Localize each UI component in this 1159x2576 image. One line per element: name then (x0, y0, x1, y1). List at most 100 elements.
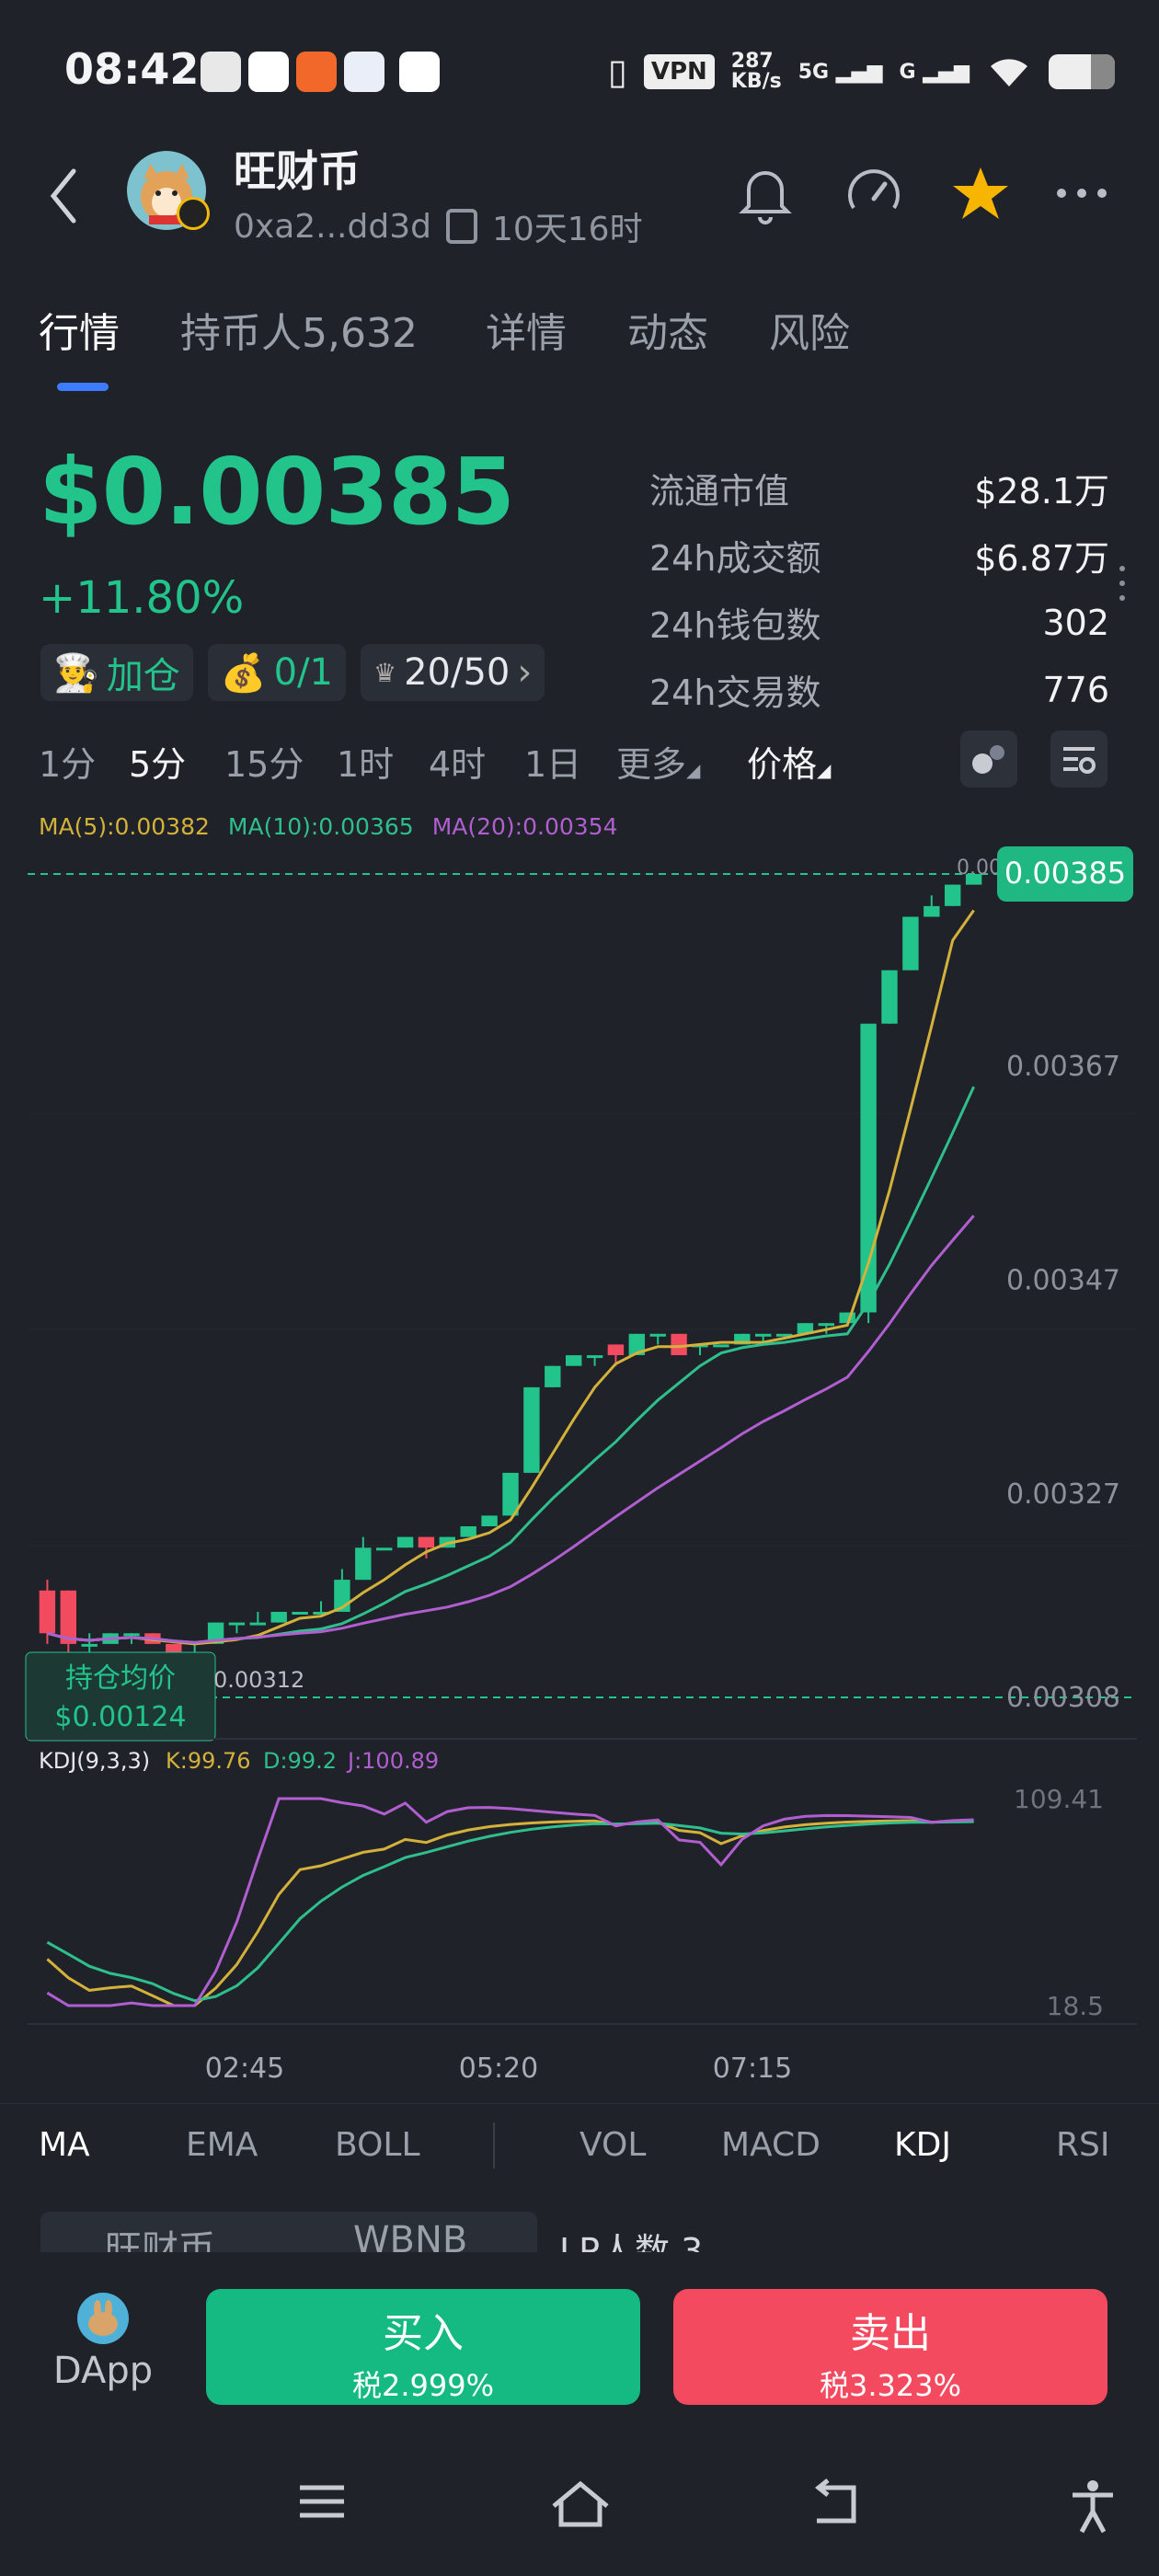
back-nav-icon[interactable] (808, 2478, 863, 2530)
bnb-chain-icon (177, 197, 210, 230)
indicator-ma[interactable]: MA (39, 2126, 90, 2164)
buy-tax: 税2.999% (351, 2368, 495, 2403)
trader-icon: 👨‍🍳 (53, 651, 99, 695)
indicator-macd[interactable]: MACD (721, 2126, 820, 2164)
tab-risk[interactable]: 风险 (769, 300, 850, 359)
top-holders-chip[interactable]: ♛ 20/50 › (361, 644, 545, 701)
add-position-chip[interactable]: 👨‍🍳 加仓 (40, 644, 193, 701)
candle-body (481, 1515, 498, 1526)
candle-body (292, 1612, 308, 1615)
candle-body (460, 1526, 476, 1537)
indicator-kdj[interactable]: KDJ (894, 2126, 951, 2164)
wallet-ratio-chip[interactable]: 💰 0/1 (207, 644, 346, 701)
kdj-d-line (46, 1820, 974, 2003)
indicator-vol[interactable]: VOL (580, 2126, 646, 2164)
candle-body (249, 1622, 266, 1626)
interval-1d[interactable]: 1日 (524, 736, 581, 787)
vibrate-icon: ▯ (607, 52, 627, 92)
dropdown-arrow-icon: ◢ (817, 759, 832, 781)
indicator-ema[interactable]: EMA (186, 2126, 258, 2164)
x-tick-label: 05:20 (459, 2053, 538, 2079)
interval-5m[interactable]: 5分 (129, 736, 186, 787)
chart-settings-icon (1063, 747, 1096, 774)
buy-label: 买入 (383, 2310, 464, 2357)
home-icon[interactable] (548, 2478, 613, 2530)
y-tick-label: 0.00367 (1006, 1051, 1120, 1083)
chart-settings-button[interactable] (1050, 730, 1107, 788)
candle-body (755, 1333, 772, 1337)
sell-tax: 税3.323% (819, 2368, 962, 2403)
stat-volume: 24h成交额 $6.87万 (649, 538, 1109, 579)
candle-body (39, 1590, 56, 1634)
tab-indicator (57, 383, 109, 391)
candle-body (818, 1323, 834, 1327)
candle-body (671, 1333, 687, 1355)
candle-body (586, 1355, 603, 1359)
ma5-line (47, 909, 975, 1646)
candle-body (649, 1333, 666, 1337)
candle-body (545, 1365, 561, 1387)
indicator-boll[interactable]: BOLL (335, 2126, 420, 2164)
pair-selector[interactable]: 旺财币 WBNB (40, 2212, 537, 2252)
sell-label: 卖出 (850, 2310, 931, 2357)
bell-icon[interactable] (732, 160, 798, 226)
buy-button[interactable]: 买入 税2.999% (206, 2289, 640, 2405)
vpn-badge: VPN (643, 54, 715, 89)
candle-body (270, 1612, 287, 1623)
kdj-tick-label: 109.41 (1014, 1784, 1104, 1814)
token-age: 10天16时 (491, 211, 643, 248)
dapp-button[interactable]: DApp (50, 2293, 156, 2392)
tab-market[interactable]: 行情 (39, 300, 120, 359)
chart-grid (28, 873, 1137, 1547)
candle-body (81, 1643, 98, 1647)
network-speed: 287 KB/s (730, 50, 782, 93)
signal-5g-icon: 5G ▂▄▆ (798, 60, 883, 84)
position-chips: 👨‍🍳 加仓 💰 0/1 ♛ 20/50 › (40, 644, 545, 701)
interval-4h[interactable]: 4时 (429, 736, 486, 787)
dropdown-arrow-icon: ◢ (686, 759, 701, 781)
copy-icon[interactable] (445, 209, 477, 244)
tab-details[interactable]: 详情 (486, 300, 567, 359)
interval-15m[interactable]: 15分 (224, 736, 304, 787)
favorite-star-icon[interactable] (947, 160, 1014, 226)
chevron-right-icon: › (517, 651, 533, 694)
pair-right: WBNB (353, 2219, 468, 2252)
app-notification-icon (201, 52, 241, 92)
candle-body (376, 1547, 393, 1551)
candle-body (713, 1344, 729, 1348)
candle-body (860, 1023, 877, 1313)
menu-icon[interactable] (294, 2478, 350, 2524)
tab-holders[interactable]: 持币人5,632 (180, 300, 418, 359)
hold-price-title: 持仓均价 (65, 1662, 176, 1695)
trade-bar: DApp 买入 税2.999% 卖出 税3.323% (0, 2252, 1159, 2410)
indicator-divider (493, 2122, 495, 2168)
interval-1m[interactable]: 1分 (39, 736, 96, 787)
interval-more[interactable]: 更多◢ (616, 736, 700, 787)
dapp-label: DApp (52, 2350, 154, 2392)
candle-body (523, 1386, 540, 1473)
more-icon[interactable] (1049, 160, 1115, 226)
status-bar: 08:42 ▯ VPN 287 KB/s 5G ▂▄▆ G ▂▄▆ (0, 0, 1159, 138)
accessibility-icon[interactable] (1067, 2478, 1119, 2534)
current-price-tag-label: 0.00385 (1004, 856, 1126, 891)
home-app-icon (399, 52, 440, 92)
candle-body (924, 905, 940, 917)
back-icon[interactable] (46, 164, 83, 228)
tab-activity[interactable]: 动态 (627, 300, 708, 359)
current-price: $0.00385 (39, 438, 515, 546)
low-price-mark: 0.00312 (213, 1667, 304, 1693)
sell-button[interactable]: 卖出 税3.323% (673, 2289, 1107, 2405)
price-chart[interactable]: 0.00385 0.00385 0.003670.003470.003270.0… (0, 828, 1159, 2079)
candle-body (355, 1547, 372, 1581)
price-mode-select[interactable]: 价格◢ (747, 736, 831, 787)
token-header: 旺财币 0xa2...dd3d 10天16时 (0, 138, 1159, 258)
side-menu-icon[interactable] (1117, 563, 1128, 604)
token-title: 旺财币 (234, 146, 361, 196)
speed-gauge-icon[interactable] (841, 160, 907, 226)
candle-body (228, 1622, 246, 1626)
drawing-icon (972, 745, 1004, 774)
crown-icon: ♛ (373, 657, 397, 688)
indicator-rsi[interactable]: RSI (1056, 2126, 1109, 2164)
drawing-tool-button[interactable] (960, 730, 1017, 788)
interval-1h[interactable]: 1时 (337, 736, 394, 787)
